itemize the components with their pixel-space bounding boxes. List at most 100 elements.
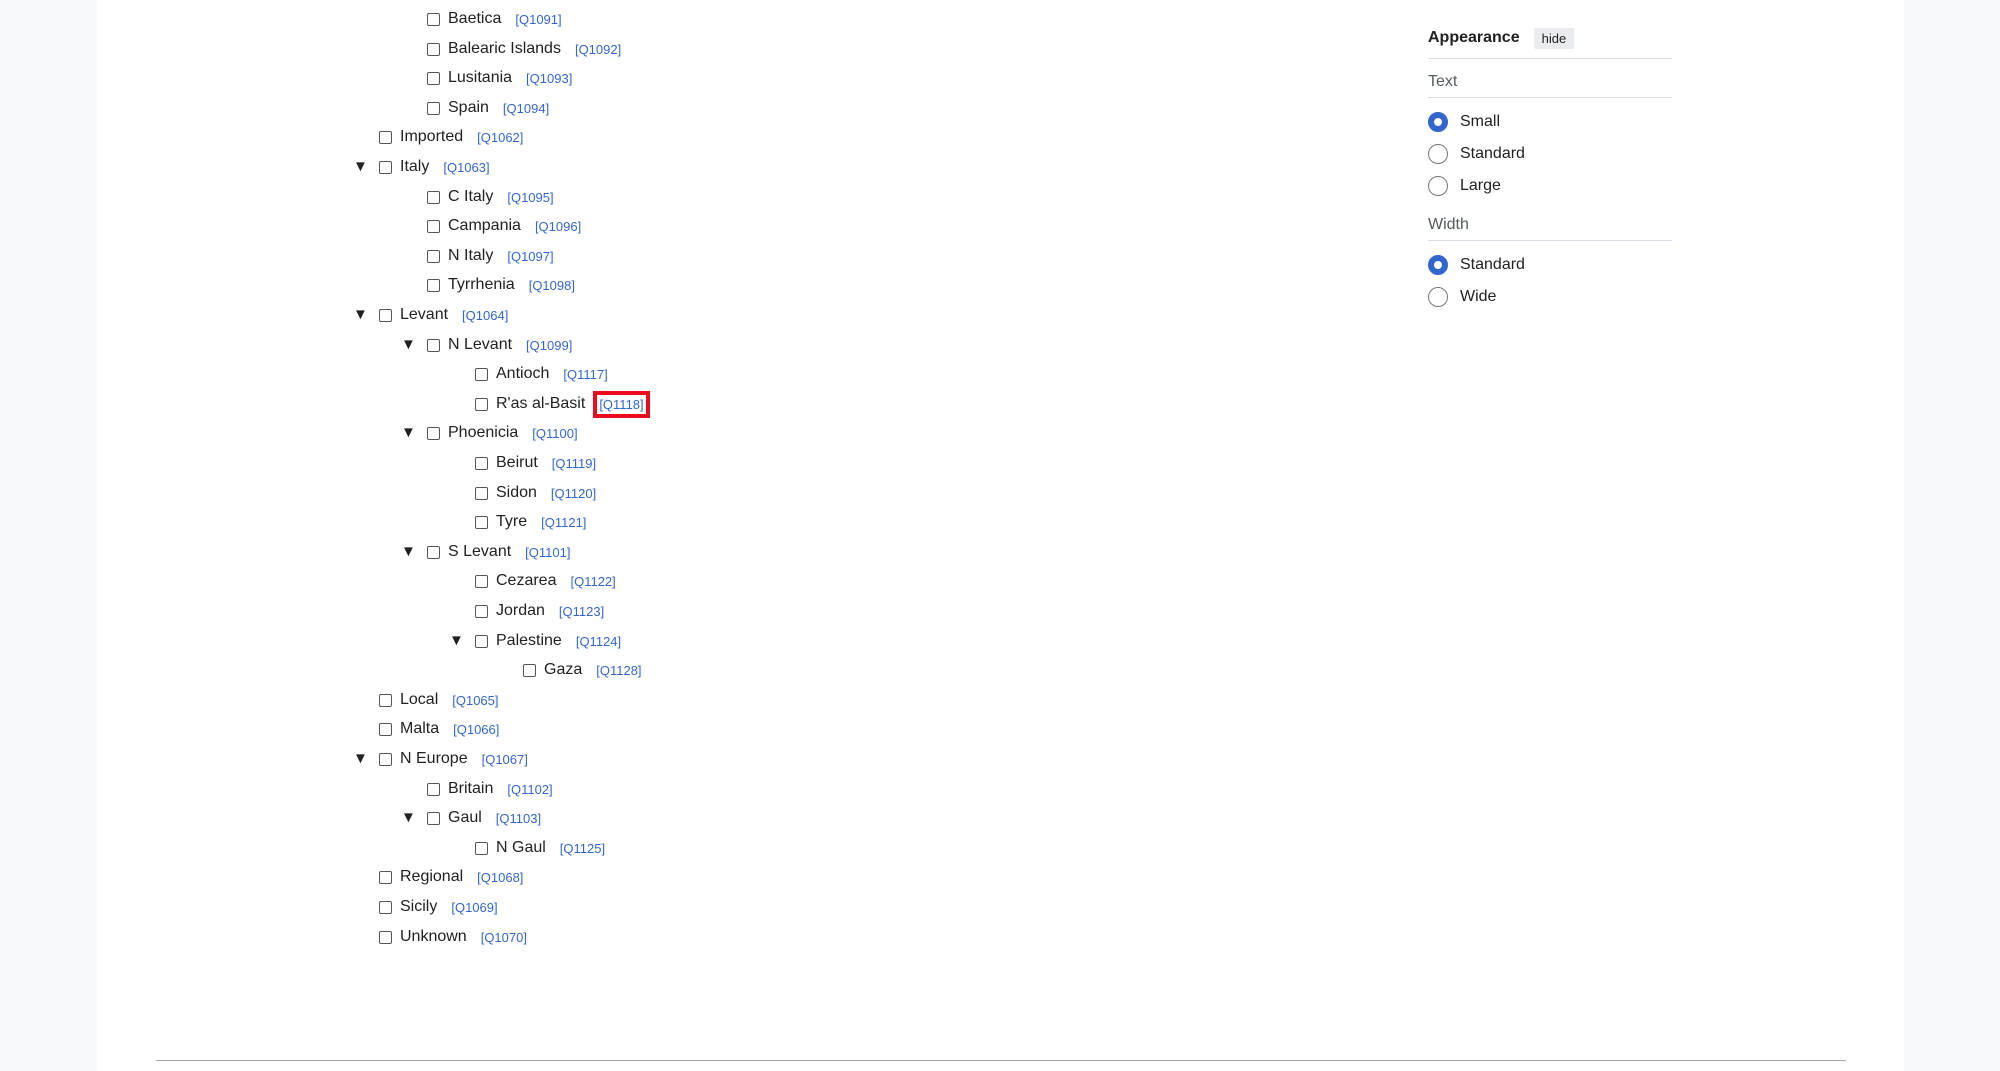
- tree-item-label[interactable]: N Europe: [400, 750, 468, 768]
- tree-item-checkbox[interactable]: [427, 545, 440, 559]
- expand-toggle-icon[interactable]: ▼: [401, 807, 416, 829]
- hide-button[interactable]: hide: [1533, 27, 1575, 49]
- expand-toggle-icon[interactable]: ▼: [449, 630, 464, 652]
- expand-toggle-icon[interactable]: ▼: [353, 748, 368, 770]
- tree-item-label[interactable]: R'as al-Basit: [496, 395, 585, 413]
- tree-item-checkbox[interactable]: [475, 604, 488, 618]
- expand-toggle-icon[interactable]: ▼: [401, 422, 416, 444]
- tree-item-label[interactable]: C Italy: [448, 188, 493, 206]
- tree-item-checkbox[interactable]: [427, 71, 440, 85]
- tree-item-qid-link[interactable]: [Q1103]: [496, 811, 541, 826]
- radio-button-icon[interactable]: [1428, 255, 1448, 275]
- tree-item-checkbox[interactable]: [427, 42, 440, 56]
- tree-item-checkbox[interactable]: [379, 160, 392, 174]
- tree-item-label[interactable]: Regional: [400, 868, 463, 886]
- tree-item-label[interactable]: Levant: [400, 306, 448, 324]
- width-option-wide[interactable]: Wide: [1428, 281, 1672, 313]
- tree-item-label[interactable]: Balearic Islands: [448, 40, 561, 58]
- tree-item-checkbox[interactable]: [379, 308, 392, 322]
- tree-item-qid-link[interactable]: [Q1063]: [443, 160, 489, 175]
- expand-toggle-icon[interactable]: ▼: [401, 541, 416, 563]
- tree-item-checkbox[interactable]: [475, 397, 488, 411]
- tree-item-checkbox[interactable]: [475, 841, 488, 855]
- tree-item-qid-link[interactable]: [Q1101]: [525, 545, 570, 560]
- tree-item-qid-link[interactable]: [Q1124]: [576, 634, 621, 649]
- tree-item-qid-link[interactable]: [Q1070]: [481, 930, 527, 945]
- tree-item-checkbox[interactable]: [475, 367, 488, 381]
- tree-item-checkbox[interactable]: [523, 663, 536, 677]
- tree-item-label[interactable]: Palestine: [496, 632, 562, 650]
- text-option-standard[interactable]: Standard: [1428, 138, 1672, 170]
- tree-item-label[interactable]: Gaza: [544, 661, 582, 679]
- tree-item-qid-link[interactable]: [Q1094]: [503, 101, 549, 116]
- tree-item-qid-link[interactable]: [Q1066]: [453, 722, 499, 737]
- tree-item-label[interactable]: Local: [400, 691, 438, 709]
- tree-item-label[interactable]: Phoenicia: [448, 424, 518, 442]
- tree-item-qid-link[interactable]: [Q1118]: [593, 390, 650, 418]
- tree-item-label[interactable]: Jordan: [496, 602, 545, 620]
- tree-item-label[interactable]: Unknown: [400, 928, 467, 946]
- width-option-standard[interactable]: Standard: [1428, 249, 1672, 281]
- tree-item-label[interactable]: N Levant: [448, 336, 512, 354]
- tree-item-label[interactable]: Malta: [400, 720, 439, 738]
- tree-item-checkbox[interactable]: [475, 486, 488, 500]
- tree-item-label[interactable]: Cezarea: [496, 572, 556, 590]
- tree-item-checkbox[interactable]: [379, 130, 392, 144]
- tree-item-qid-link[interactable]: [Q1098]: [529, 278, 575, 293]
- expand-toggle-icon[interactable]: ▼: [353, 304, 368, 326]
- tree-item-label[interactable]: Italy: [400, 158, 429, 176]
- tree-item-label[interactable]: Britain: [448, 780, 493, 798]
- tree-item-checkbox[interactable]: [427, 101, 440, 115]
- expand-toggle-icon[interactable]: ▼: [401, 334, 416, 356]
- tree-item-checkbox[interactable]: [379, 900, 392, 914]
- tree-item-label[interactable]: N Gaul: [496, 839, 546, 857]
- tree-item-checkbox[interactable]: [379, 693, 392, 707]
- tree-item-qid-link[interactable]: [Q1120]: [551, 486, 596, 501]
- radio-button-icon[interactable]: [1428, 287, 1448, 307]
- tree-item-checkbox[interactable]: [475, 634, 488, 648]
- tree-item-label[interactable]: Antioch: [496, 365, 549, 383]
- tree-item-checkbox[interactable]: [475, 456, 488, 470]
- tree-item-checkbox[interactable]: [427, 219, 440, 233]
- tree-item-qid-link[interactable]: [Q1119]: [552, 456, 596, 471]
- tree-item-qid-link[interactable]: [Q1123]: [559, 604, 604, 619]
- radio-button-icon[interactable]: [1428, 144, 1448, 164]
- tree-item-checkbox[interactable]: [427, 338, 440, 352]
- tree-item-qid-link[interactable]: [Q1097]: [507, 249, 553, 264]
- expand-toggle-icon[interactable]: ▼: [353, 156, 368, 178]
- text-option-small[interactable]: Small: [1428, 106, 1672, 138]
- text-option-large[interactable]: Large: [1428, 170, 1672, 202]
- tree-item-label[interactable]: Baetica: [448, 10, 501, 28]
- radio-button-icon[interactable]: [1428, 176, 1448, 196]
- tree-item-label[interactable]: Gaul: [448, 809, 482, 827]
- tree-item-label[interactable]: Campania: [448, 217, 521, 235]
- tree-item-qid-link[interactable]: [Q1069]: [451, 900, 497, 915]
- tree-item-qid-link[interactable]: [Q1062]: [477, 130, 523, 145]
- tree-item-qid-link[interactable]: [Q1095]: [507, 190, 553, 205]
- radio-button-icon[interactable]: [1428, 112, 1448, 132]
- tree-item-label[interactable]: Imported: [400, 128, 463, 146]
- tree-item-qid-link[interactable]: [Q1121]: [541, 515, 586, 530]
- tree-item-label[interactable]: Tyre: [496, 513, 527, 531]
- tree-item-checkbox[interactable]: [427, 426, 440, 440]
- tree-item-qid-link[interactable]: [Q1068]: [477, 870, 523, 885]
- tree-item-qid-link[interactable]: [Q1117]: [563, 367, 607, 382]
- tree-item-checkbox[interactable]: [475, 515, 488, 529]
- tree-item-qid-link[interactable]: [Q1091]: [515, 12, 561, 27]
- tree-item-qid-link[interactable]: [Q1096]: [535, 219, 581, 234]
- tree-item-qid-link[interactable]: [Q1064]: [462, 308, 508, 323]
- tree-item-label[interactable]: S Levant: [448, 543, 511, 561]
- tree-item-qid-link[interactable]: [Q1093]: [526, 71, 572, 86]
- tree-item-label[interactable]: N Italy: [448, 247, 493, 265]
- tree-item-label[interactable]: Tyrrhenia: [448, 276, 515, 294]
- tree-item-qid-link[interactable]: [Q1099]: [526, 338, 572, 353]
- tree-item-checkbox[interactable]: [427, 782, 440, 796]
- tree-item-qid-link[interactable]: [Q1065]: [452, 693, 498, 708]
- tree-item-checkbox[interactable]: [427, 249, 440, 263]
- tree-item-checkbox[interactable]: [379, 870, 392, 884]
- tree-item-qid-link[interactable]: [Q1125]: [560, 841, 605, 856]
- tree-item-checkbox[interactable]: [427, 12, 440, 26]
- tree-item-checkbox[interactable]: [427, 811, 440, 825]
- tree-item-qid-link[interactable]: [Q1102]: [507, 782, 552, 797]
- tree-item-qid-link[interactable]: [Q1092]: [575, 42, 621, 57]
